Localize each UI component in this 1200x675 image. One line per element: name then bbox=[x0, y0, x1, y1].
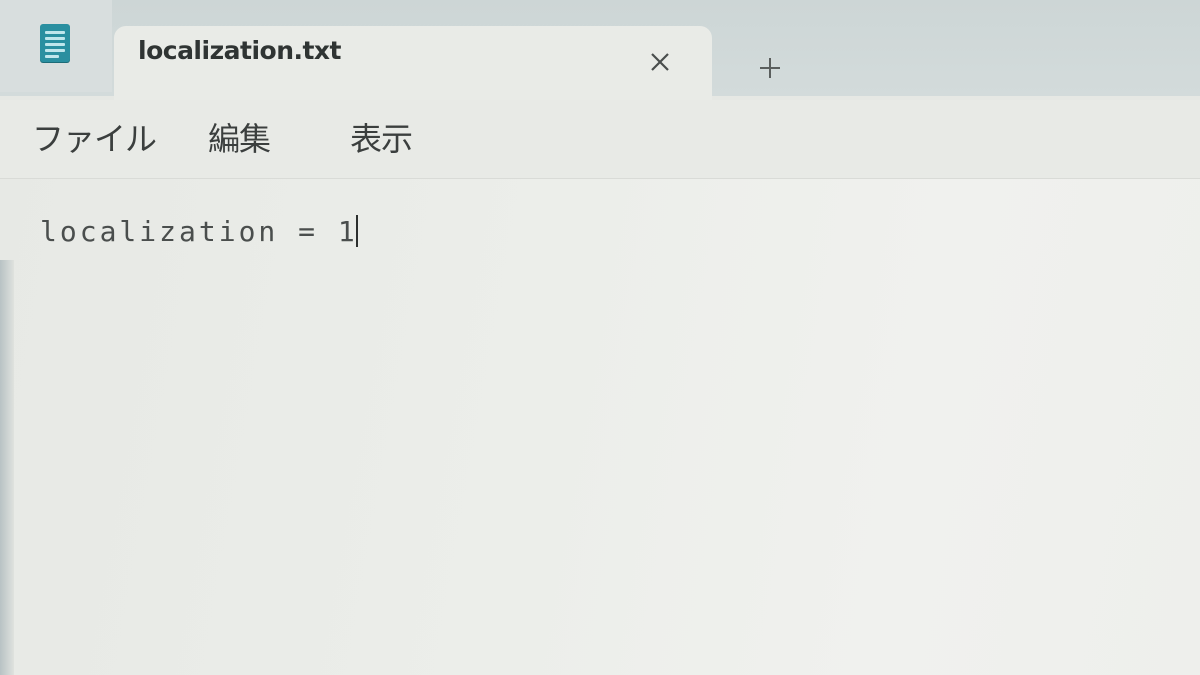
plus-icon[interactable] bbox=[752, 50, 788, 86]
editor-content[interactable]: localization = 1 bbox=[40, 215, 358, 248]
editor-line: localization = 1 bbox=[40, 215, 358, 248]
tab-strip: localization.txt bbox=[0, 0, 1200, 100]
menu-edit[interactable]: 編集 bbox=[208, 114, 271, 160]
menu-bar: ファイル 編集 表示 bbox=[0, 100, 1200, 179]
app-icon-area bbox=[0, 0, 112, 92]
menu-file[interactable]: ファイル bbox=[32, 114, 157, 160]
window-edge bbox=[0, 260, 14, 675]
notepad-window: localization.txt ファイル 編集 表示 localization… bbox=[0, 0, 1200, 675]
close-icon[interactable] bbox=[646, 48, 674, 76]
text-caret bbox=[355, 215, 358, 247]
tab-localization-txt[interactable]: localization.txt bbox=[114, 26, 712, 100]
menu-view[interactable]: 表示 bbox=[350, 114, 413, 160]
text-editor[interactable]: localization = 1 bbox=[0, 179, 1200, 675]
tab-title: localization.txt bbox=[138, 36, 342, 65]
notepad-icon bbox=[40, 24, 70, 62]
